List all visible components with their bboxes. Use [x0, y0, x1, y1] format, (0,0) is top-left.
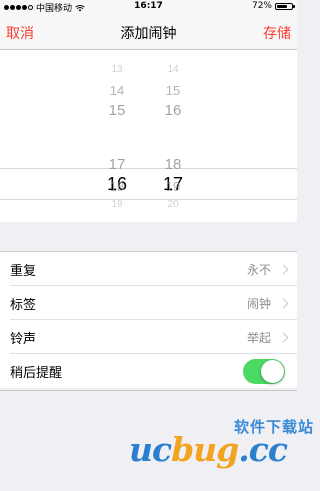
hour-option[interactable]: 19 [92, 199, 142, 210]
hour-option[interactable]: 15 [92, 102, 142, 119]
tag-label: 标签 [10, 297, 37, 313]
watermark-brand-cc: .cc [238, 430, 288, 469]
repeat-value: 永不 [246, 262, 271, 277]
status-bar: 中国移动 16:17 72% [0, 0, 297, 14]
watermark-brand: ucbug.cc [129, 430, 288, 469]
section-spacer [0, 222, 297, 252]
repeat-row[interactable]: 重复 永不 [0, 252, 297, 286]
watermark-brand-bug: bug [171, 430, 239, 469]
chevron-right-icon [278, 264, 289, 274]
battery-fill [277, 4, 287, 8]
tag-row[interactable]: 标签 闹钟 [0, 286, 297, 320]
snooze-toggle[interactable] [243, 358, 285, 384]
watermark-brand-uc: uc [129, 430, 172, 469]
page-title: 添加闹钟 [120, 26, 177, 42]
hour-option[interactable]: 18 [92, 179, 142, 194]
nav-bar: 取消 添加闹钟 存储 [0, 14, 297, 50]
repeat-label: 重复 [10, 263, 37, 279]
minute-option[interactable]: 20 [148, 199, 198, 210]
ringtone-label: 铃声 [10, 331, 37, 347]
chevron-right-icon [278, 332, 289, 342]
minute-option[interactable]: 15 [148, 83, 198, 98]
minute-option[interactable]: 16 [148, 102, 198, 119]
time-picker[interactable]: 13 14 15 16 17 18 19 14 15 16 17 18 19 20 [0, 50, 297, 222]
minute-option[interactable]: 18 [148, 156, 198, 173]
minute-option[interactable]: 14 [148, 64, 198, 75]
ringtone-value: 举起 [246, 330, 271, 345]
tag-value: 闹钟 [246, 296, 271, 311]
hour-option[interactable]: 13 [92, 64, 142, 75]
battery-percent: 72% [251, 1, 272, 11]
status-right: 72% [251, 1, 295, 11]
toggle-knob [261, 359, 284, 383]
watermark-logo: 软件下载站 ucbug.cc [129, 416, 314, 476]
save-button[interactable]: 存储 [263, 23, 291, 43]
chevron-right-icon [278, 298, 289, 308]
snooze-label: 稍后提醒 [10, 365, 63, 381]
snooze-row: 稍后提醒 [0, 354, 297, 388]
alarm-settings-list: 重复 永不 标签 闹钟 铃声 举起 稍后提醒 [0, 252, 297, 388]
battery-icon [275, 2, 295, 10]
ringtone-row[interactable]: 铃声 举起 [0, 320, 297, 354]
hour-option[interactable]: 14 [92, 83, 142, 98]
minute-option[interactable]: 19 [148, 179, 198, 194]
hour-option[interactable]: 17 [92, 156, 142, 173]
